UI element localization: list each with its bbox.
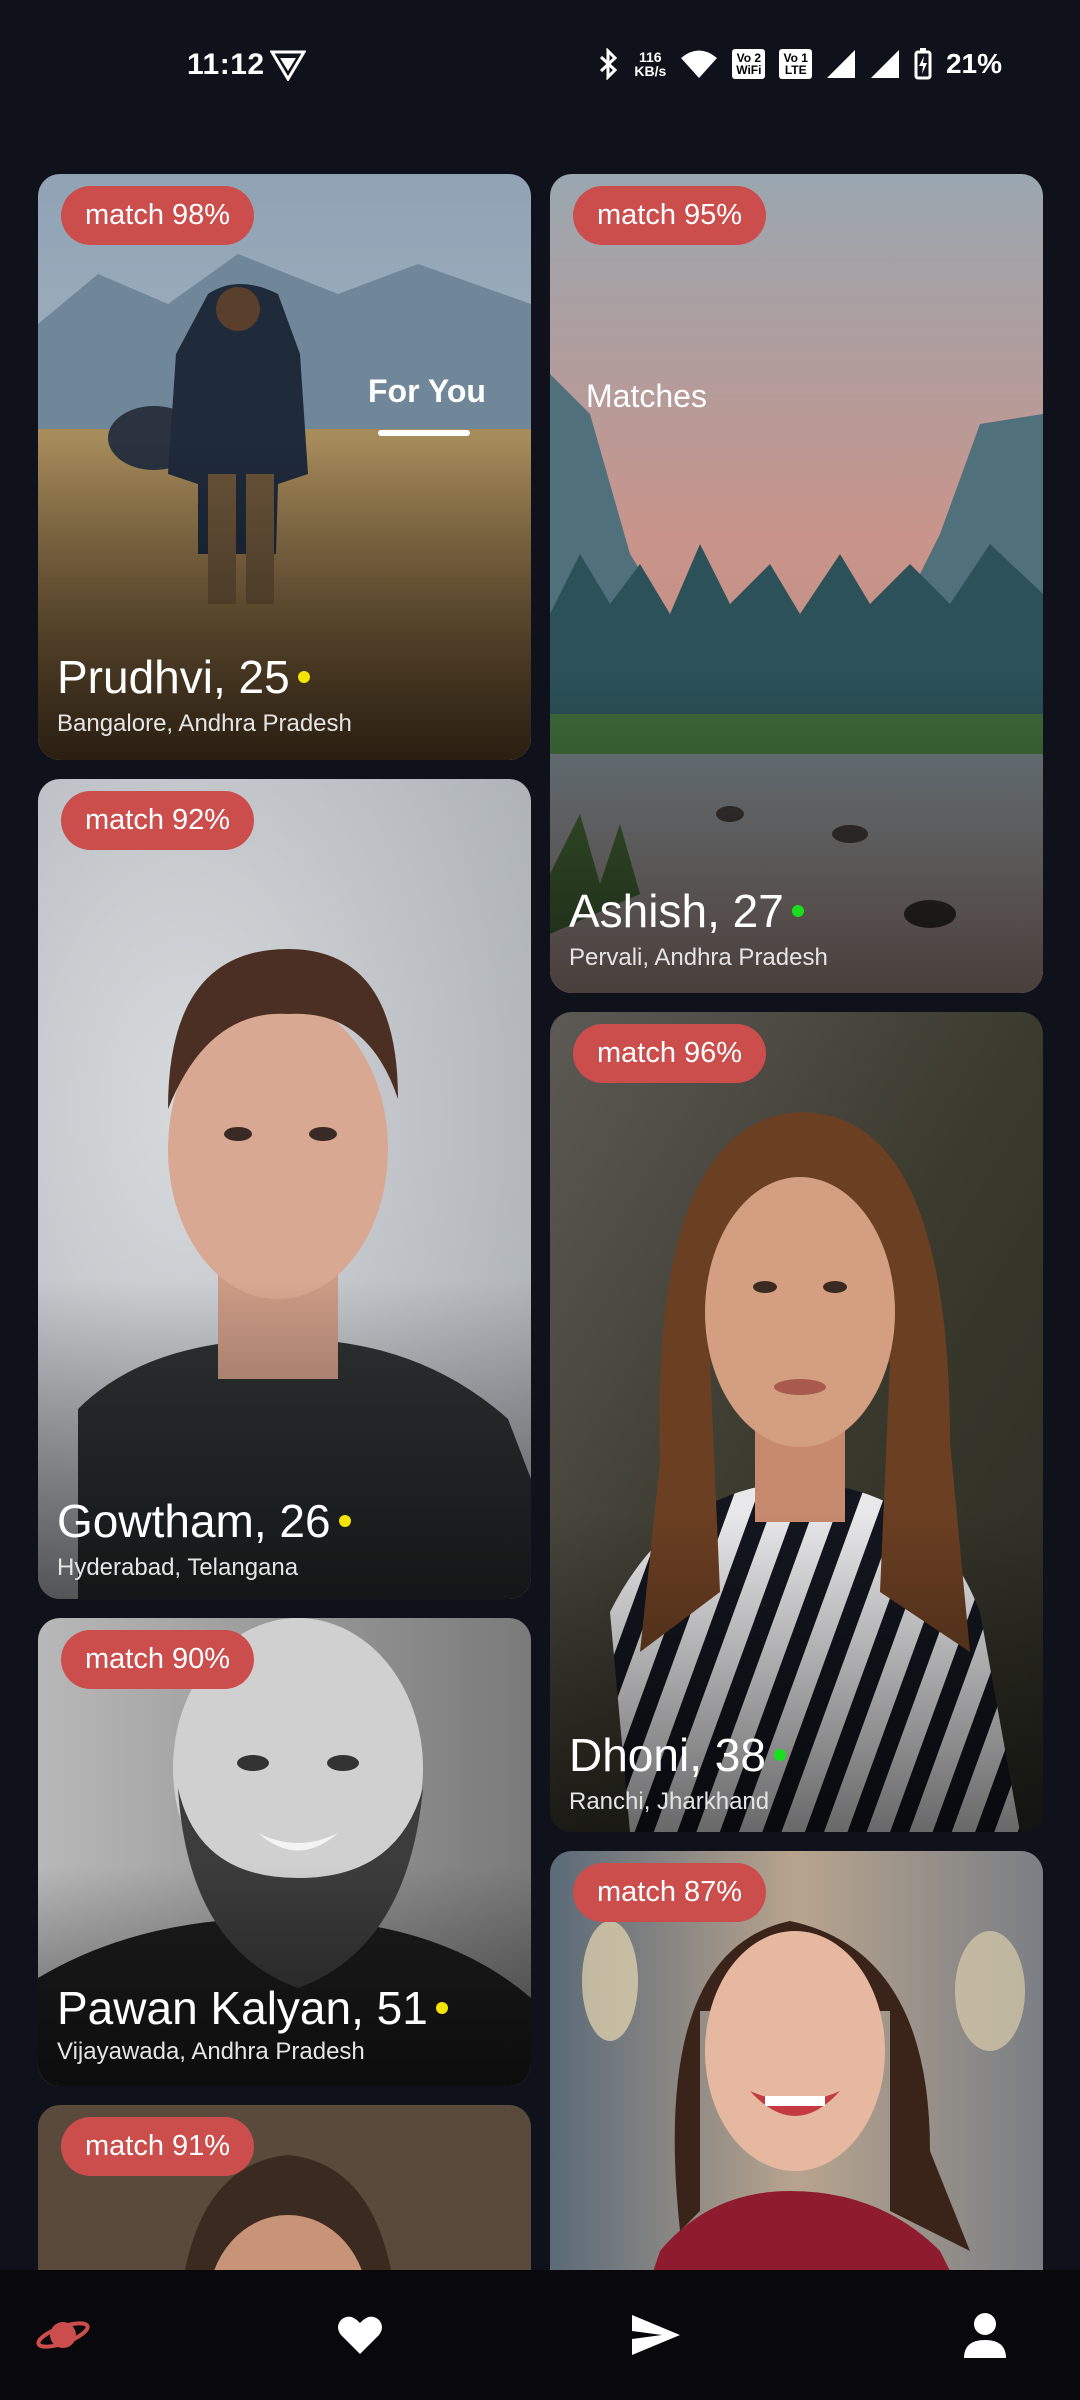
match-badge: match 87% xyxy=(573,1863,767,1922)
online-status-dot xyxy=(791,905,804,917)
profile-card[interactable]: match 90% Pawan Kalyan, 51 Vijayawada, A… xyxy=(38,1618,531,2086)
volte-indicator: Vo 1 LTE xyxy=(779,49,812,79)
person-icon xyxy=(964,2313,1006,2358)
profile-name: Ashish, 27 xyxy=(569,884,804,938)
match-badge: match 96% xyxy=(573,1024,767,1083)
online-status-dot xyxy=(435,2002,448,2014)
profile-location: Pervali, Andhra Pradesh xyxy=(569,944,828,971)
profile-location: Ranchi, Jharkhand xyxy=(569,1788,770,1815)
nav-profile[interactable] xyxy=(955,2305,1015,2365)
match-badge: match 95% xyxy=(573,186,767,245)
wifi-icon xyxy=(681,50,718,78)
match-badge: match 92% xyxy=(61,791,255,850)
profile-card[interactable]: match 98% Prudhvi, 25 Bangalore, Andhra … xyxy=(38,174,531,760)
profile-card[interactable]: match 95% Ashish, 27 Pervali, Andhra Pra… xyxy=(550,174,1043,993)
vowifi-indicator: Vo 2 WiFi xyxy=(732,49,766,79)
match-badge: match 98% xyxy=(61,186,255,245)
heart-icon xyxy=(338,2316,382,2354)
profile-card[interactable]: match 92% Gowtham, 26 Hyderabad, Telanga… xyxy=(38,779,531,1599)
active-tab-indicator xyxy=(378,430,470,436)
profile-card[interactable]: match 96% Dhoni, 38 Ranchi, Jharkhand xyxy=(550,1012,1043,1832)
profile-name: Dhoni, 38 xyxy=(569,1728,786,1782)
profile-location: Bangalore, Andhra Pradesh xyxy=(57,710,352,737)
nav-likes[interactable] xyxy=(330,2305,390,2365)
profile-name: Gowtham, 26 xyxy=(57,1494,351,1548)
profile-name: Prudhvi, 25 xyxy=(57,650,310,704)
profile-card[interactable]: match 87% xyxy=(550,1851,1043,2311)
status-icons: 116 KB/s Vo 2 WiFi Vo 1 LTE 21% xyxy=(598,48,1002,80)
match-badge: match 90% xyxy=(61,1630,255,1689)
online-status-dot xyxy=(773,1749,786,1761)
match-badge: match 91% xyxy=(61,2117,255,2176)
bottom-navigation xyxy=(0,2270,1080,2400)
status-time: 11:12 xyxy=(187,48,265,81)
tab-for-you[interactable]: For You xyxy=(368,373,486,410)
vpn-shield-icon xyxy=(270,50,306,81)
nav-messages[interactable] xyxy=(626,2305,686,2365)
planet-icon xyxy=(36,2321,90,2349)
profile-location: Vijayawada, Andhra Pradesh xyxy=(57,2038,365,2065)
bluetooth-icon xyxy=(600,48,618,80)
nav-discover[interactable] xyxy=(33,2305,93,2365)
tab-matches[interactable]: Matches xyxy=(586,378,707,415)
signal-icon-sim2 xyxy=(870,50,899,78)
battery-charging-icon xyxy=(914,48,932,80)
profile-name: Pawan Kalyan, 51 xyxy=(57,1981,448,2035)
battery-percent: 21% xyxy=(945,48,1002,79)
signal-icon-sim1 xyxy=(826,50,855,78)
network-speed: 116 KB/s xyxy=(634,49,667,79)
online-status-dot xyxy=(297,671,310,683)
profile-location: Hyderabad, Telangana xyxy=(57,1554,299,1581)
status-bar: 11:12 116 KB/s Vo 2 WiFi Vo 1 LTE 21% xyxy=(0,0,1080,135)
send-icon xyxy=(632,2315,680,2355)
online-status-dot xyxy=(338,1515,351,1527)
